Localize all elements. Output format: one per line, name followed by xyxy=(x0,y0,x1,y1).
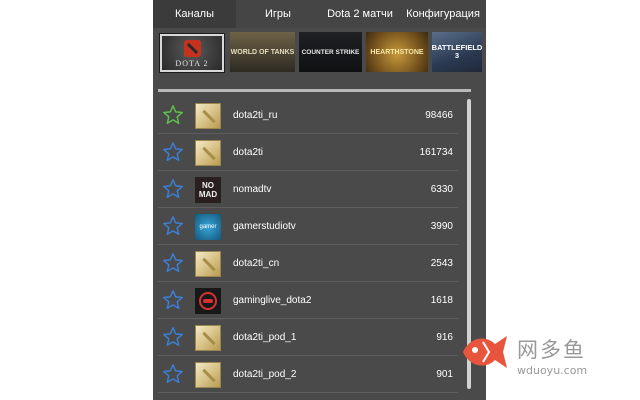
channel-avatar xyxy=(195,325,221,351)
channel-avatar xyxy=(195,251,221,277)
channel-avatar xyxy=(195,288,221,314)
game-counter-strike[interactable]: COUNTER STRIKE xyxy=(299,32,362,72)
channel-row[interactable]: dota2ti_cn 2543 xyxy=(158,245,458,282)
viewer-count: 2543 xyxy=(430,258,453,269)
dota2-logo-icon xyxy=(183,40,201,57)
watermark: 网多鱼 wduoyu.com xyxy=(459,330,624,390)
channel-name[interactable]: gaminglive_dota2 xyxy=(233,282,311,319)
favorite-star-icon[interactable] xyxy=(162,289,184,311)
game-caption: BATTLEFIELD 3 xyxy=(432,43,482,60)
tab-channels[interactable]: Каналы xyxy=(153,0,236,28)
favorite-star-icon[interactable] xyxy=(162,326,184,348)
viewer-count: 916 xyxy=(436,332,453,343)
game-battlefield-3[interactable]: BATTLEFIELD 3 xyxy=(432,32,482,72)
favorite-star-icon[interactable] xyxy=(162,141,184,163)
channel-row[interactable]: dota2ti_pod_1 916 xyxy=(158,319,458,356)
viewer-count: 1618 xyxy=(430,295,453,306)
watermark-url: wduoyu.com xyxy=(517,364,588,377)
channel-name[interactable]: nomadtv xyxy=(233,171,271,208)
channel-avatar xyxy=(195,103,221,129)
channel-avatar xyxy=(195,140,221,166)
channel-name[interactable]: dota2ti_ru xyxy=(233,97,277,134)
game-world-of-tanks[interactable]: WORLD OF TANKS xyxy=(230,32,295,72)
channel-avatar xyxy=(195,362,221,388)
avatar-logo-text: MAD xyxy=(198,190,218,199)
channel-avatar: NO MAD xyxy=(195,177,221,203)
game-caption: DOTA 2 xyxy=(175,59,209,68)
channel-row[interactable]: dota2ti 161734 xyxy=(158,134,458,171)
channel-name[interactable]: dota2ti_cn xyxy=(233,245,279,282)
tab-bar: Каналы Игры Dota 2 матчи Конфигурация xyxy=(153,0,486,28)
tab-games[interactable]: Игры xyxy=(236,0,320,28)
game-dota2-selected[interactable]: DOTA 2 xyxy=(159,33,225,73)
channel-list: dota2ti_ru 98466 dota2ti 161734 NO MAD nomadtv… xyxy=(158,97,458,400)
viewer-count: 161734 xyxy=(419,147,453,158)
extension-panel: Каналы Игры Dota 2 матчи Конфигурация DO… xyxy=(153,0,486,400)
channel-name[interactable]: dota2ti_pod_2 xyxy=(233,356,296,393)
avatar-logo-text: NO xyxy=(202,181,214,190)
viewer-count: 901 xyxy=(436,369,453,380)
channel-row[interactable]: gaminglive_dota2 1618 xyxy=(158,282,458,319)
favorite-star-icon[interactable] xyxy=(162,178,184,200)
channel-name[interactable]: dota2ti xyxy=(233,134,263,171)
channel-row[interactable]: NO MAD nomadtv 6330 xyxy=(158,171,458,208)
divider xyxy=(158,89,471,92)
game-caption: WORLD OF TANKS xyxy=(230,48,295,56)
favorite-star-icon[interactable] xyxy=(162,252,184,274)
tab-configuration[interactable]: Конфигурация xyxy=(400,0,486,28)
channel-row[interactable]: dota2ti_ru 98466 xyxy=(158,97,458,134)
game-selector: DOTA 2 WORLD OF TANKS COUNTER STRIKE HEA… xyxy=(158,32,486,78)
favorite-star-icon[interactable] xyxy=(162,363,184,385)
tab-dota2-matches[interactable]: Dota 2 матчи xyxy=(320,0,400,28)
fish-logo-icon xyxy=(463,336,507,368)
channel-row[interactable]: dota2ti_pod_2 901 xyxy=(158,356,458,393)
viewer-count: 98466 xyxy=(425,110,453,121)
game-caption: HEARTHSTONE xyxy=(370,48,424,56)
game-caption: COUNTER STRIKE xyxy=(301,48,360,56)
channel-name[interactable]: dota2ti_pod_1 xyxy=(233,319,296,356)
game-hearthstone[interactable]: HEARTHSTONE xyxy=(366,32,428,72)
viewer-count: 3990 xyxy=(430,221,453,232)
channel-avatar: gamer xyxy=(195,214,221,240)
viewer-count: 6330 xyxy=(430,184,453,195)
favorite-star-icon[interactable] xyxy=(162,104,184,126)
favorite-star-icon[interactable] xyxy=(162,215,184,237)
channel-row[interactable]: gamer gamerstudiotv 3990 xyxy=(158,208,458,245)
watermark-title: 网多鱼 xyxy=(517,338,586,362)
channel-name[interactable]: gamerstudiotv xyxy=(233,208,296,245)
